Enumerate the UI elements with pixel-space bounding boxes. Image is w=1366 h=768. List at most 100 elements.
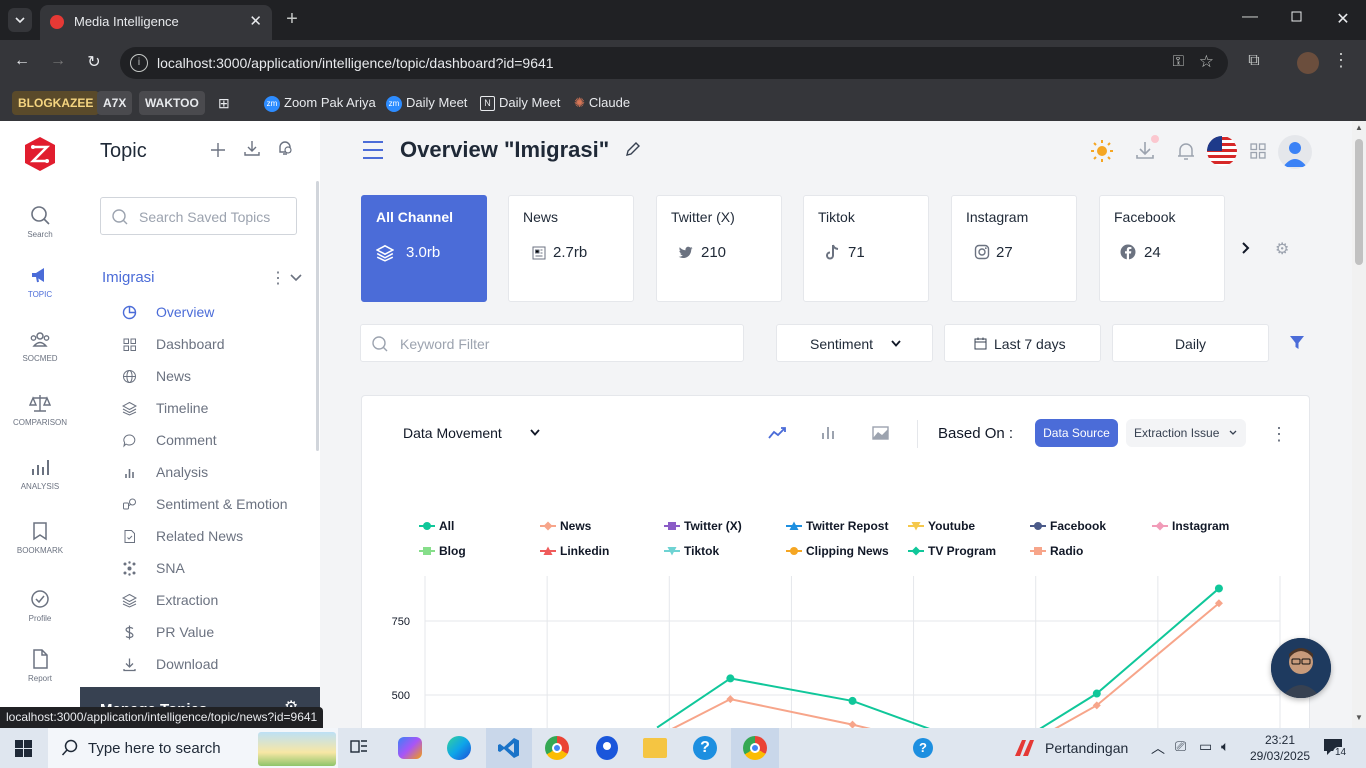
network-tray-icon[interactable]: ⎚: [1175, 738, 1186, 755]
data-point[interactable]: [848, 720, 857, 728]
scroll-thumb[interactable]: [1355, 139, 1363, 265]
metric-dropdown[interactable]: Data Movement: [403, 425, 540, 441]
download-topic-icon[interactable]: [243, 139, 261, 157]
browser-tab[interactable]: Media Intelligence ✕: [40, 5, 272, 40]
vscode-icon[interactable]: [486, 728, 532, 768]
page-scrollbar[interactable]: ▲ ▼: [1352, 121, 1366, 728]
edge-icon[interactable]: [447, 736, 471, 760]
browser-menu-icon[interactable]: ⋮: [1332, 50, 1350, 71]
sentiment-dropdown[interactable]: Sentiment: [776, 324, 933, 362]
data-point[interactable]: [1214, 584, 1223, 593]
rail-bookmark[interactable]: BOOKMARK: [0, 520, 80, 555]
chrome-active-icon[interactable]: [731, 728, 779, 768]
sun-theme-icon[interactable]: [1090, 139, 1114, 163]
data-point[interactable]: [848, 696, 857, 705]
help-tray-icon[interactable]: ?: [913, 738, 933, 758]
data-point[interactable]: [726, 674, 735, 683]
bookmark-a7x[interactable]: A7X: [97, 91, 133, 115]
tab-close-icon[interactable]: ✕: [249, 12, 262, 30]
extensions-icon[interactable]: ⧉: [1244, 52, 1264, 70]
back-icon[interactable]: ←: [12, 52, 32, 70]
chrome-icon[interactable]: [545, 736, 569, 760]
bookmark-blogkazee[interactable]: BLOGKAZEE: [12, 91, 100, 115]
volume-tray-icon[interactable]: 🔈︎: [1221, 738, 1229, 755]
close-window-icon[interactable]: ✕: [1334, 9, 1352, 29]
tab-search-icon[interactable]: [8, 8, 32, 32]
file-explorer-icon[interactable]: [643, 738, 667, 758]
scroll-up-arrow-icon[interactable]: ▲: [1355, 123, 1363, 132]
maps-pin-icon[interactable]: [596, 736, 618, 760]
copilot-icon[interactable]: [398, 737, 422, 759]
user-avatar[interactable]: [1278, 135, 1312, 169]
channel-settings-gear-icon[interactable]: ⚙: [1275, 239, 1289, 259]
chart-options-icon[interactable]: ⋮: [1270, 424, 1288, 445]
windows-start-icon[interactable]: [15, 740, 32, 757]
search-saved-topics[interactable]: Search Saved Topics: [100, 197, 297, 235]
taskbar-search[interactable]: Type here to search: [48, 728, 338, 768]
battery-tray-icon[interactable]: ▭: [1199, 738, 1212, 755]
extraction-issue-button[interactable]: Extraction Issue: [1126, 419, 1246, 447]
site-info-icon[interactable]: i: [130, 54, 148, 72]
address-bar[interactable]: i localhost:3000/application/intelligenc…: [120, 47, 1228, 79]
reload-icon[interactable]: ↻: [84, 52, 104, 72]
data-point[interactable]: [1092, 689, 1101, 698]
sidebar-scrollbar[interactable]: [316, 181, 319, 451]
interval-dropdown[interactable]: Daily: [1112, 324, 1269, 362]
channel-card-news[interactable]: News 2.7rb: [508, 195, 634, 302]
rail-comparison[interactable]: COMPARISON: [0, 392, 80, 427]
rail-socmed[interactable]: SOCMED: [0, 328, 80, 363]
apps-grid-icon[interactable]: ⊞: [212, 91, 236, 115]
minimize-icon[interactable]: —: [1240, 8, 1260, 26]
data-point[interactable]: [726, 695, 735, 704]
rail-topic[interactable]: TOPIC: [0, 264, 80, 299]
tray-chevron-icon[interactable]: ︿: [1151, 738, 1165, 758]
help-icon[interactable]: ?: [693, 736, 717, 760]
bookmark-claude[interactable]: ✺ Claude: [568, 91, 636, 115]
clock[interactable]: 23:21 29/03/2025: [1250, 732, 1310, 764]
bookmark-daily-meet-notion[interactable]: N Daily Meet: [474, 91, 566, 115]
channel-card-all[interactable]: All Channel 3.0rb: [361, 195, 487, 302]
maximize-icon[interactable]: [1288, 10, 1304, 28]
bar-chart-toggle-icon[interactable]: [821, 426, 835, 440]
keyword-filter-input[interactable]: Keyword Filter: [360, 324, 744, 362]
rail-analysis[interactable]: ANALYSIS: [0, 456, 80, 491]
forward-icon[interactable]: →: [48, 52, 68, 70]
data-source-button[interactable]: Data Source: [1035, 419, 1118, 447]
rail-report[interactable]: Report: [0, 648, 80, 683]
rail-profile[interactable]: Profile: [0, 588, 80, 623]
us-flag-icon[interactable]: [1206, 135, 1238, 167]
bookmark-waktoo[interactable]: WAKTOO: [139, 91, 205, 115]
topic-alert-icon[interactable]: [276, 139, 294, 157]
date-range-picker[interactable]: Last 7 days: [944, 324, 1101, 362]
bookmark-star-icon[interactable]: ☆: [1199, 52, 1214, 72]
scroll-down-arrow-icon[interactable]: ▼: [1355, 713, 1363, 722]
task-view-icon[interactable]: [349, 738, 369, 758]
channels-next-icon[interactable]: [1240, 242, 1252, 254]
app-logo[interactable]: [22, 136, 58, 172]
download-center-icon[interactable]: [1134, 135, 1159, 163]
weather-widget[interactable]: Pertandingan: [1010, 728, 1140, 768]
channel-card-instagram[interactable]: Instagram 27: [951, 195, 1077, 302]
bookmark-zoom-pak-ariya[interactable]: zm Zoom Pak Ariya: [258, 91, 382, 115]
line-chart-toggle-icon[interactable]: [768, 426, 786, 440]
filter-funnel-icon[interactable]: [1289, 335, 1305, 351]
notification-center-icon[interactable]: 14: [1323, 738, 1349, 760]
rail-search[interactable]: Search: [0, 204, 80, 239]
channel-card-tiktok[interactable]: Tiktok 71: [803, 195, 929, 302]
hamburger-menu-icon[interactable]: [362, 140, 384, 160]
channel-card-twitter[interactable]: Twitter (X) 210: [656, 195, 782, 302]
channel-card-facebook[interactable]: Facebook 24: [1099, 195, 1225, 302]
password-key-icon[interactable]: ⚿: [1173, 53, 1184, 70]
add-topic-icon[interactable]: [209, 141, 227, 159]
profile-avatar[interactable]: [1297, 52, 1319, 74]
area-chart-toggle-icon[interactable]: [872, 426, 889, 440]
topic-menu-icon[interactable]: ⋮: [270, 268, 286, 288]
topic-imigrasi[interactable]: Imigrasi ⋮: [102, 268, 302, 289]
notification-bell-icon[interactable]: [1175, 140, 1197, 162]
chevron-down-icon[interactable]: [290, 273, 302, 283]
bookmark-daily-meet-zoom[interactable]: zm Daily Meet: [380, 91, 473, 115]
new-tab-icon[interactable]: +: [282, 8, 302, 30]
edit-pencil-icon[interactable]: [625, 141, 641, 157]
assistant-avatar[interactable]: [1271, 638, 1331, 698]
apps-grid-icon[interactable]: [1250, 143, 1266, 159]
